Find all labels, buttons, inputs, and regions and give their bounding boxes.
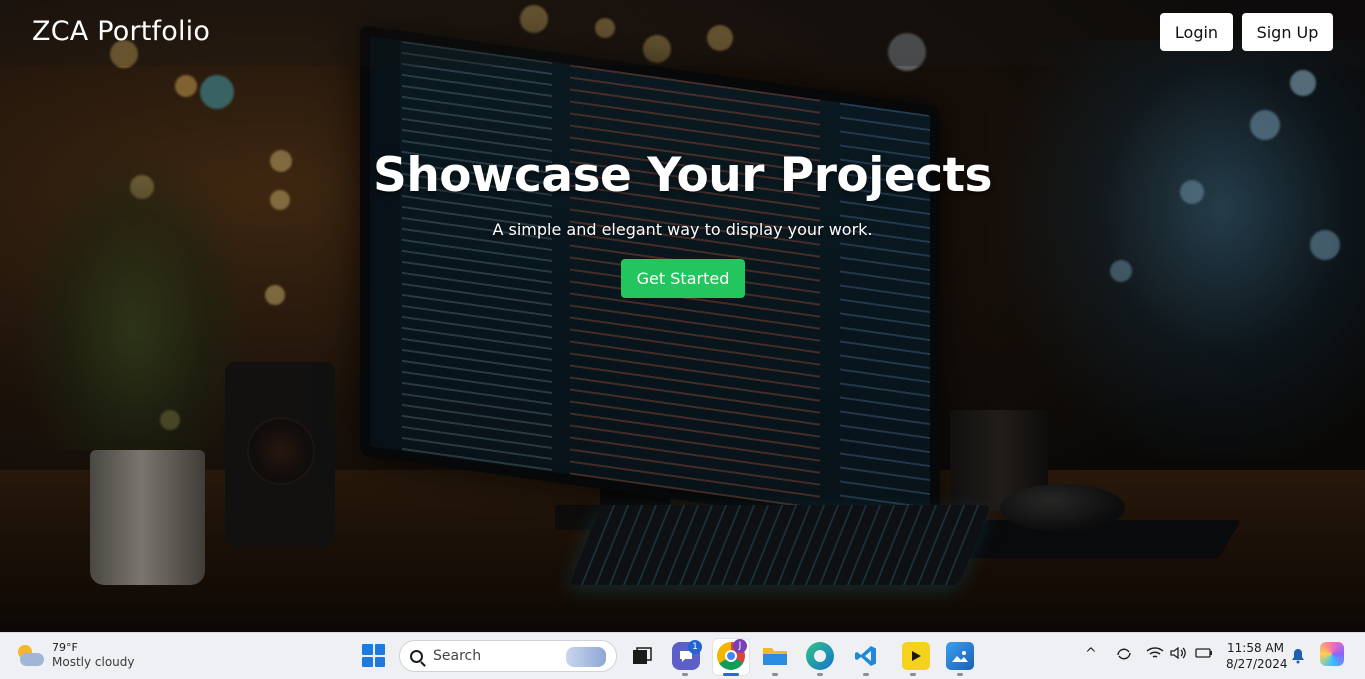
notification-bell-icon[interactable] xyxy=(1290,648,1306,664)
edge-icon[interactable] xyxy=(806,642,834,670)
get-started-button[interactable]: Get Started xyxy=(621,259,745,298)
photos-icon[interactable] xyxy=(946,642,974,670)
running-indicator xyxy=(772,673,778,676)
windows-start-icon[interactable] xyxy=(362,644,385,667)
vscode-icon[interactable] xyxy=(852,642,880,670)
hero-background xyxy=(0,0,1365,632)
running-indicator xyxy=(957,673,963,676)
active-indicator xyxy=(723,673,739,676)
running-indicator xyxy=(682,673,688,676)
hero-title: Showcase Your Projects xyxy=(372,148,993,203)
taskbar-search[interactable]: Search xyxy=(399,640,617,672)
signup-button[interactable]: Sign Up xyxy=(1242,13,1333,51)
search-icon xyxy=(410,649,423,663)
yellow-app-icon[interactable] xyxy=(902,642,930,670)
clock-time: 11:58 AM xyxy=(1227,641,1284,655)
chat-badge: 1 xyxy=(688,640,702,654)
running-indicator xyxy=(817,673,823,676)
search-placeholder: Search xyxy=(433,648,482,664)
hero-dim-overlay xyxy=(0,0,1365,632)
clock-date: 8/27/2024 xyxy=(1226,657,1288,671)
folder-icon[interactable] xyxy=(761,642,789,670)
running-indicator xyxy=(910,673,916,676)
search-highlight-icon xyxy=(566,647,606,667)
wifi-icon[interactable] xyxy=(1146,646,1164,664)
navbar: ZCA Portfolio Login Sign Up xyxy=(0,0,1365,66)
brand-logo[interactable]: ZCA Portfolio xyxy=(32,16,210,47)
login-button[interactable]: Login xyxy=(1160,13,1233,51)
system-clock[interactable]: 11:58 AM 8/27/2024 xyxy=(1226,640,1288,672)
chrome-profile-badge: J xyxy=(733,639,747,653)
battery-icon[interactable] xyxy=(1195,646,1213,664)
copilot-icon[interactable] xyxy=(1320,642,1344,666)
chevron-up-icon[interactable]: ^ xyxy=(1085,646,1097,662)
weather-condition: Mostly cloudy xyxy=(52,655,135,669)
volume-icon[interactable] xyxy=(1169,646,1187,664)
partly-cloudy-icon xyxy=(16,644,44,668)
running-indicator xyxy=(863,673,869,676)
hero-subtitle: A simple and elegant way to display your… xyxy=(492,220,873,239)
task-view-icon[interactable] xyxy=(628,642,656,670)
sync-icon[interactable] xyxy=(1115,646,1133,666)
weather-widget[interactable]: 79°F Mostly cloudy xyxy=(16,641,135,670)
weather-temp: 79°F xyxy=(52,641,78,654)
